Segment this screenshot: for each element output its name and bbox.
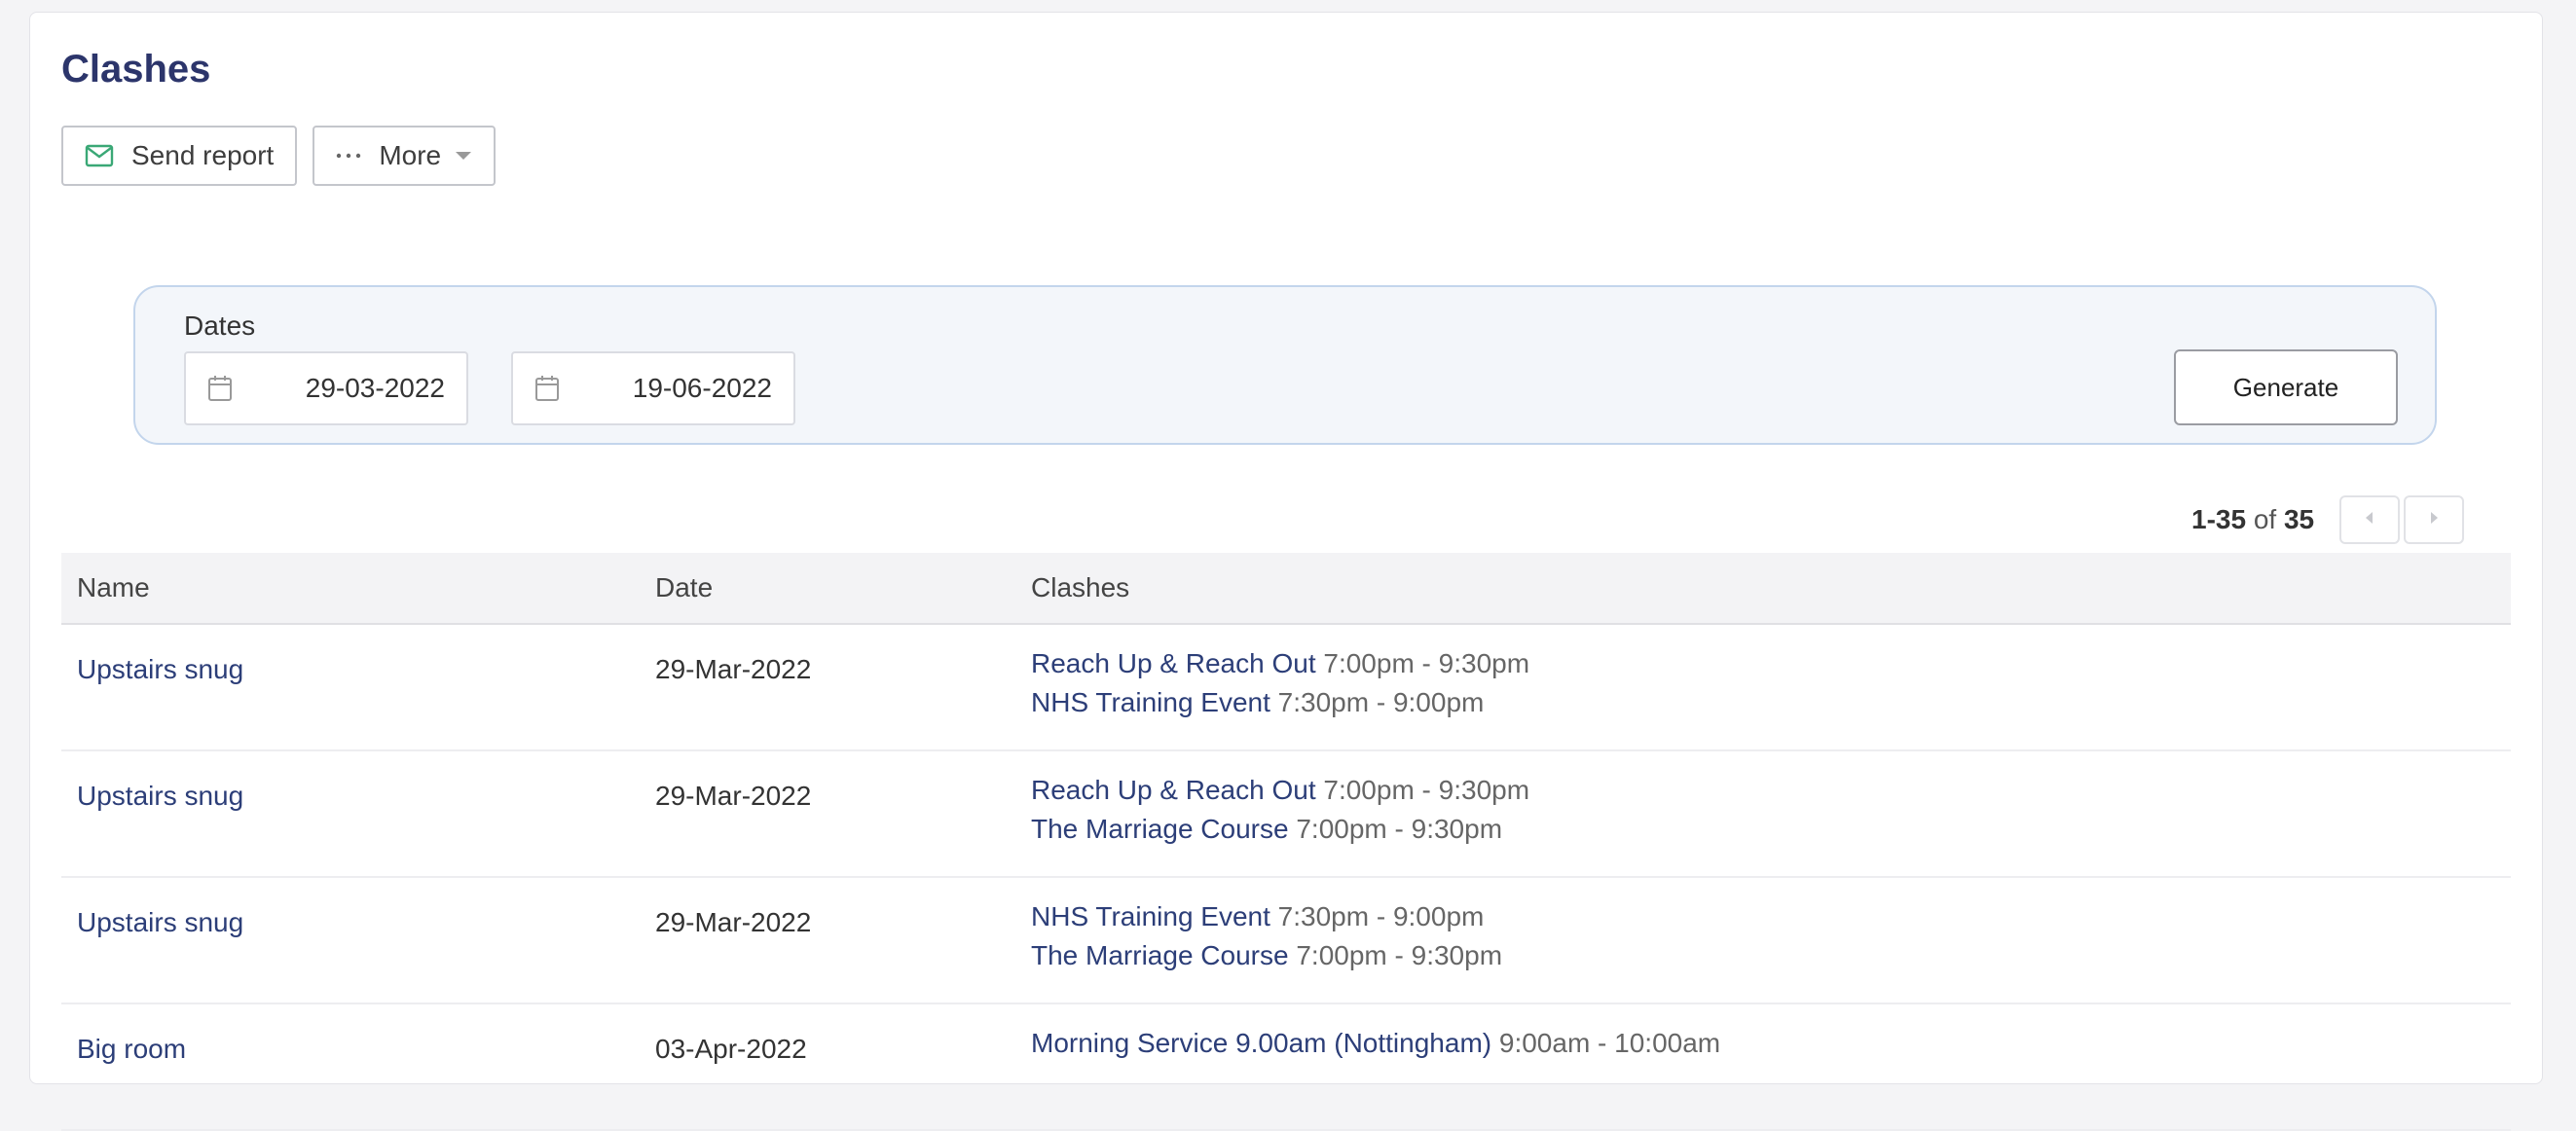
event-time: 7:00pm - 9:30pm	[1296, 814, 1503, 844]
ellipsis-icon	[336, 152, 361, 160]
event-time: 7:00pm - 9:30pm	[1323, 775, 1530, 805]
clash-list: Reach Up & Reach Out 7:00pm - 9:30pm NHS…	[1031, 644, 1529, 722]
event-link[interactable]: Reach Up & Reach Out	[1031, 775, 1316, 805]
header-date: Date	[655, 572, 714, 602]
envelope-icon	[85, 144, 114, 167]
more-button[interactable]: More	[313, 126, 497, 186]
table-row: Upstairs snug 29-Mar-2022 NHS Training E…	[61, 878, 2511, 1004]
clashes-table: Name Date Clashes Upstairs snug 29-Mar-2…	[61, 553, 2511, 1131]
pager-next-button[interactable]	[2404, 495, 2465, 544]
event-link[interactable]: The Marriage Course	[1031, 814, 1289, 844]
pager-prev-button[interactable]	[2339, 495, 2401, 544]
clash-list: NHS Training Event 7:30pm - 9:00pm The M…	[1031, 897, 1502, 975]
clash-item: Morning Service 9.00am (Nottingham) 9:00…	[1031, 1024, 1720, 1063]
start-date-value: 29-03-2022	[305, 373, 445, 403]
chevron-left-icon	[2365, 511, 2374, 529]
event-link[interactable]: NHS Training Event	[1031, 901, 1270, 931]
clash-list: Reach Up & Reach Out 7:00pm - 9:30pm The…	[1031, 771, 1529, 849]
resource-link[interactable]: Upstairs snug	[77, 777, 243, 816]
chevron-right-icon	[2429, 511, 2439, 529]
end-date-input[interactable]: 19-06-2022	[511, 351, 795, 425]
pagination-range: 1-35	[2191, 504, 2247, 534]
event-time: 7:30pm - 9:00pm	[1277, 901, 1485, 931]
resource-link[interactable]: Upstairs snug	[77, 650, 243, 689]
resource-link[interactable]: Upstairs snug	[77, 903, 243, 942]
row-date: 29-Mar-2022	[655, 907, 812, 937]
table-header: Name Date Clashes	[61, 553, 2511, 625]
table-row: Upstairs snug 29-Mar-2022 Reach Up & Rea…	[61, 751, 2511, 878]
pagination: 1-35 of 35	[2191, 495, 2465, 544]
row-date: 03-Apr-2022	[655, 1034, 807, 1064]
row-date: 29-Mar-2022	[655, 781, 812, 811]
date-filter-panel: Dates 29-03-2022 →	[133, 285, 2437, 445]
clash-item: Reach Up & Reach Out 7:00pm - 9:30pm	[1031, 644, 1529, 683]
table-row: Upstairs snug 29-Mar-2022 Reach Up & Rea…	[61, 625, 2511, 751]
start-date-input[interactable]: 29-03-2022	[184, 351, 468, 425]
pagination-summary: 1-35 of 35	[2191, 504, 2314, 535]
calendar-icon	[534, 375, 560, 402]
row-date: 29-Mar-2022	[655, 654, 812, 684]
event-time: 7:00pm - 9:30pm	[1296, 940, 1503, 970]
clash-item: NHS Training Event 7:30pm - 9:00pm	[1031, 683, 1529, 722]
pagination-total: 35	[2283, 504, 2315, 534]
event-link[interactable]: The Marriage Course	[1031, 940, 1289, 970]
event-time: 7:30pm - 9:00pm	[1277, 687, 1485, 717]
event-time: 7:00pm - 9:30pm	[1323, 648, 1530, 678]
toolbar: Send report More	[61, 126, 497, 186]
clash-item: NHS Training Event 7:30pm - 9:00pm	[1031, 897, 1502, 936]
generate-button[interactable]: Generate	[2174, 349, 2398, 425]
more-label: More	[379, 140, 442, 170]
clash-list: Morning Service 9.00am (Nottingham) 9:00…	[1031, 1024, 1720, 1063]
clash-item: The Marriage Course 7:00pm - 9:30pm	[1031, 936, 1502, 975]
caret-down-icon	[455, 151, 472, 161]
event-link[interactable]: NHS Training Event	[1031, 687, 1270, 717]
pagination-of: of	[2253, 504, 2277, 534]
resource-link[interactable]: Big room	[77, 1030, 186, 1069]
clashes-card: Clashes Send report More Dates 29-03-202…	[29, 12, 2543, 1131]
dates-label: Dates	[184, 310, 256, 341]
clash-item: Reach Up & Reach Out 7:00pm - 9:30pm	[1031, 771, 1529, 810]
event-link[interactable]: Morning Service 9.00am (Nottingham)	[1031, 1028, 1491, 1058]
table-row: Big room 03-Apr-2022 Morning Service 9.0…	[61, 1004, 2511, 1131]
header-name: Name	[77, 572, 150, 602]
calendar-icon	[207, 375, 233, 402]
event-link[interactable]: Reach Up & Reach Out	[1031, 648, 1316, 678]
header-clashes: Clashes	[1031, 572, 1130, 602]
event-time: 9:00am - 10:00am	[1498, 1028, 1721, 1058]
page-title: Clashes	[61, 48, 211, 91]
end-date-value: 19-06-2022	[632, 373, 772, 403]
send-report-button[interactable]: Send report	[61, 126, 298, 186]
send-report-label: Send report	[131, 140, 275, 170]
clash-item: The Marriage Course 7:00pm - 9:30pm	[1031, 810, 1529, 849]
